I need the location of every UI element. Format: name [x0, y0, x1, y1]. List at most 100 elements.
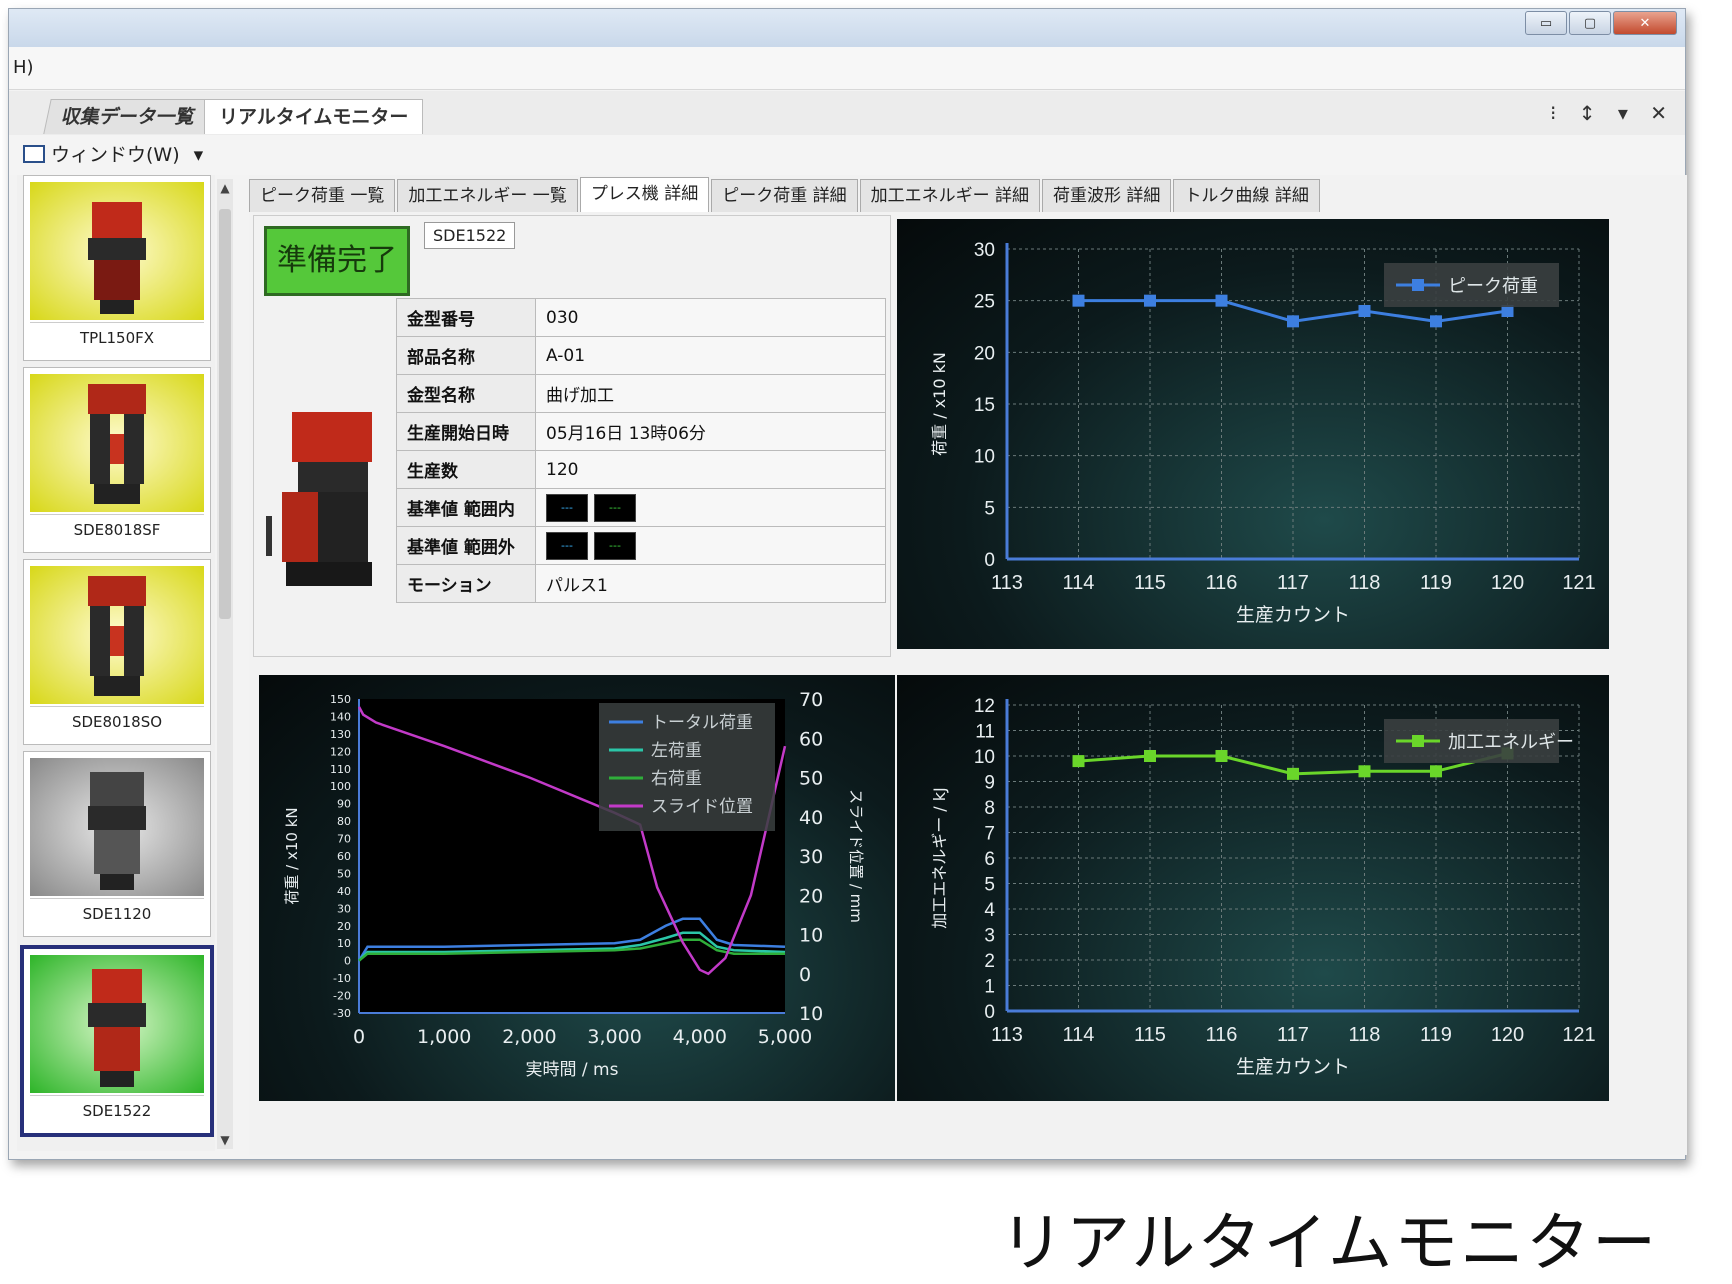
x-axis-label: 生産カウント — [1236, 604, 1350, 626]
machine-name: SDE8018SO — [30, 706, 204, 737]
y-tick-label: 5 — [984, 875, 995, 896]
y-tick-label: 130 — [330, 728, 351, 741]
chevron-down-icon[interactable]: ▾ — [194, 144, 204, 166]
data-point — [1072, 294, 1085, 307]
tab-press-detail[interactable]: プレス機 詳細 — [579, 177, 710, 212]
x-tick-label: 2,000 — [502, 1026, 556, 1048]
machine-card[interactable]: SDE8018SO — [23, 559, 211, 745]
table-row: モーション パルス1 — [396, 564, 886, 603]
y-axis-label: 荷重 / x10 kN — [283, 807, 301, 904]
info-key: 部品名称 — [396, 336, 536, 375]
y2-tick-label: 70 — [799, 689, 823, 711]
chart-svg: 113 114 115 116 117 118 119 120 121 0 5 10 15 20 25 30 生… — [930, 240, 1596, 626]
x-tick-label: 121 — [1562, 1024, 1595, 1046]
x-tick-label: 114 — [1063, 1024, 1095, 1046]
indicator-lamp-blue: --- — [546, 493, 588, 522]
x-tick-label: 5,000 — [758, 1026, 812, 1048]
info-value: 曲げ加工 — [535, 374, 886, 413]
legend-label: ピーク荷重 — [1448, 276, 1538, 297]
table-row: 部品名称 A-01 — [396, 336, 886, 375]
y-tick-label: 1 — [984, 977, 995, 998]
machine-id-tab[interactable]: SDE1522 — [424, 222, 516, 249]
window-menu-button[interactable]: ウィンドウ(W) — [51, 144, 180, 166]
status-ready-badge: 準備完了 — [264, 226, 410, 296]
menu-item-help[interactable]: H) — [13, 57, 34, 78]
tab-peak-load-list[interactable]: ピーク荷重 一覧 — [249, 179, 396, 212]
x-tick-label: 114 — [1063, 572, 1095, 594]
data-point — [1430, 765, 1442, 778]
y-tick-label: 60 — [337, 850, 351, 863]
y-tick-label: 8 — [984, 798, 995, 819]
machine-name: SDE1120 — [30, 898, 204, 929]
y2-tick-label: 10 — [799, 925, 823, 947]
legend-label: スライド位置 — [651, 797, 753, 817]
tab-collected-data[interactable]: 収集データ一覧 — [43, 99, 214, 134]
tab-energy-list[interactable]: 加工エネルギー 一覧 — [397, 179, 578, 212]
machine-image — [30, 758, 204, 896]
info-key: 生産数 — [396, 450, 536, 489]
load-waveform-chart: -30 -20 -10 0 10 20 30 40 50 60 70 80 90 100 110 120 130… — [259, 675, 895, 1101]
y2-tick-label: 30 — [799, 846, 823, 868]
y2-tick-label: 50 — [799, 768, 823, 790]
info-value: 05月16日 13時06分 — [535, 412, 886, 451]
data-point — [1430, 315, 1442, 328]
tab-peak-load-detail[interactable]: ピーク荷重 詳細 — [711, 179, 858, 212]
y-tick-label: 0 — [984, 550, 995, 571]
y-tick-label: 20 — [337, 920, 351, 933]
y-tick-label: 25 — [974, 292, 995, 313]
x-tick-label: 119 — [1420, 1024, 1452, 1046]
legend-label: 右荷重 — [651, 769, 702, 789]
scroll-up-icon[interactable]: ▲ — [217, 181, 233, 195]
press-info-table: 金型番号 030 部品名称 A-01 金型名称 曲げ加工 生産開始日時 05月16日 1… — [396, 298, 886, 603]
x-tick-label: 0 — [353, 1026, 365, 1048]
std-out-range-indicators: --- --- — [535, 526, 886, 565]
y2-axis-label: スライド位置 / mm — [847, 789, 865, 923]
x-tick-label: 120 — [1491, 572, 1524, 594]
app-window: ▭ ▢ ✕ H) 収集データ一覧 リアルタイムモニター ⁝ ↕ ▾ ✕ ウィンド… — [8, 8, 1687, 1160]
machine-list: TPL150FX SDE8018SF SDE8018SO SDE1120 SDE… — [17, 175, 215, 1151]
tab-load-waveform-detail[interactable]: 荷重波形 詳細 — [1042, 179, 1172, 212]
indicator-lamp-green: --- — [594, 493, 636, 522]
machine-name: SDE1522 — [30, 1095, 204, 1126]
close-button[interactable]: ✕ — [1613, 11, 1677, 35]
x-tick-label: 121 — [1562, 572, 1595, 594]
x-tick-label: 117 — [1277, 1024, 1309, 1046]
tab-controls[interactable]: ⁝ ↕ ▾ ✕ — [1550, 101, 1675, 125]
machine-card[interactable]: SDE1120 — [23, 751, 211, 937]
y-tick-label: 6 — [984, 849, 995, 870]
x-tick-label: 118 — [1349, 572, 1381, 594]
x-tick-label: 1,000 — [417, 1026, 471, 1048]
y-tick-label: 3 — [984, 926, 995, 947]
y-axis-label: 加工エネルギー / kJ — [930, 787, 949, 929]
machine-card[interactable]: SDE8018SF — [23, 367, 211, 553]
scroll-thumb[interactable] — [219, 209, 231, 619]
std-in-range-indicators: --- --- — [535, 488, 886, 527]
info-key: 生産開始日時 — [396, 412, 536, 451]
y2-tick-label: 60 — [799, 728, 823, 750]
minimize-button[interactable]: ▭ — [1525, 11, 1567, 35]
tab-torque-curve-detail[interactable]: トルク曲線 詳細 — [1173, 179, 1320, 212]
y-tick-label: 5 — [984, 498, 995, 519]
y-tick-label: 0 — [984, 1002, 995, 1023]
detail-tabs: ピーク荷重 一覧 加工エネルギー 一覧 プレス機 詳細 ピーク荷重 詳細 加工エ… — [249, 177, 1322, 213]
tab-energy-detail[interactable]: 加工エネルギー 詳細 — [859, 179, 1041, 212]
y-tick-label: 30 — [974, 240, 995, 261]
scroll-down-icon[interactable]: ▼ — [217, 1133, 233, 1147]
y-tick-label: -10 — [333, 972, 351, 985]
y-tick-label: 70 — [337, 833, 351, 846]
maximize-button[interactable]: ▢ — [1569, 11, 1611, 35]
main-content: ピーク荷重 一覧 加工エネルギー 一覧 プレス機 詳細 ピーク荷重 詳細 加工エ… — [249, 175, 1687, 1155]
y-tick-label: 150 — [330, 693, 351, 706]
tab-realtime-monitor[interactable]: リアルタイムモニター — [204, 99, 424, 134]
y2-tick-label: 10 — [799, 1003, 823, 1025]
y-tick-label: 15 — [974, 395, 995, 416]
indicator-lamp-green: --- — [594, 531, 636, 560]
x-axis-label: 生産カウント — [1236, 1056, 1350, 1078]
x-axis-label: 実時間 / ms — [526, 1060, 619, 1080]
press-machine-image — [266, 412, 372, 586]
machine-list-scrollbar[interactable]: ▲ ▼ — [217, 179, 233, 1149]
y-tick-label: 100 — [330, 780, 351, 793]
machine-card-selected[interactable]: SDE1522 — [20, 945, 214, 1137]
y-tick-label: 4 — [984, 900, 995, 921]
machine-card[interactable]: TPL150FX — [23, 175, 211, 361]
